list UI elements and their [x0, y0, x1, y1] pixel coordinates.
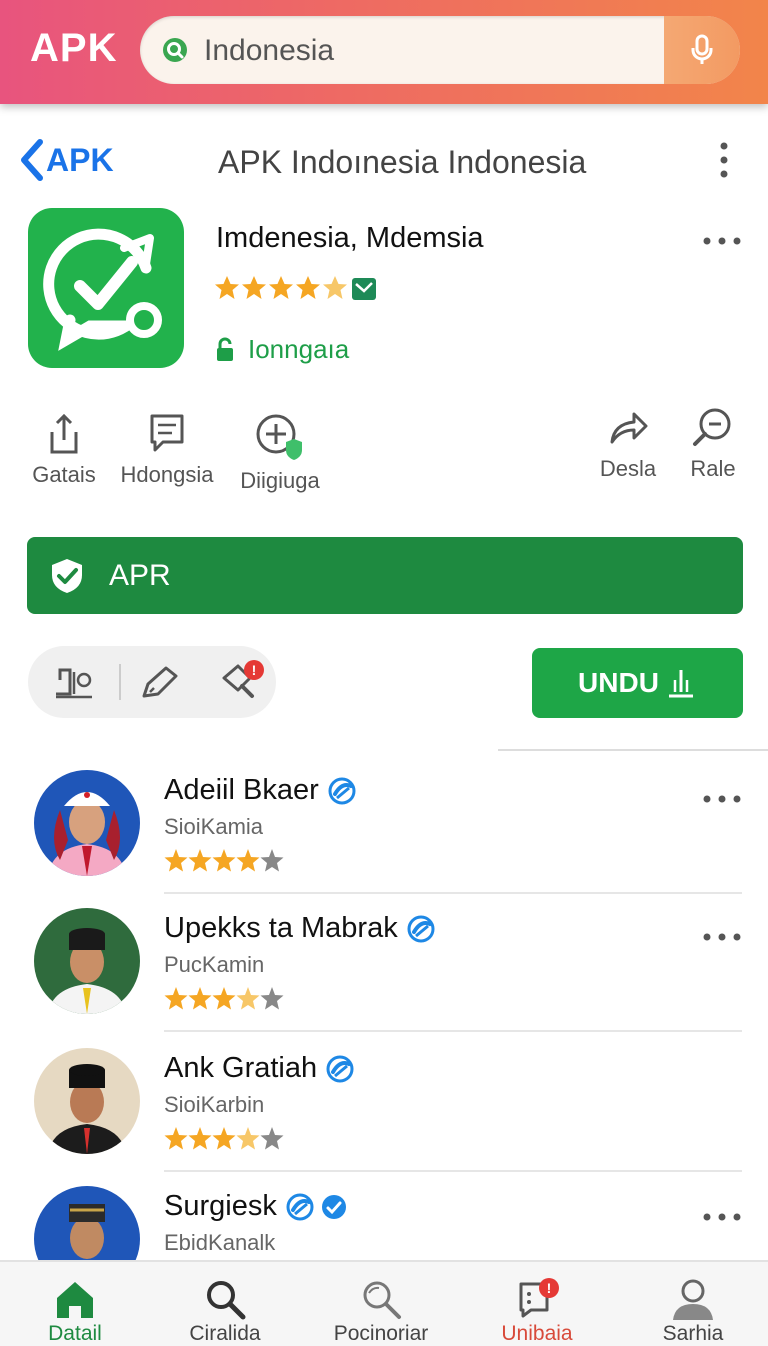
verified-badge-icon [286, 1193, 314, 1220]
nav-label: Ciralida [189, 1322, 261, 1345]
app-name: Imdenesia, Mdemsia [216, 222, 484, 254]
nav-item-datail[interactable]: Datail [0, 1262, 150, 1346]
tool-pill: ! [28, 646, 276, 718]
action-comment[interactable]: Hdongsia [116, 412, 218, 488]
search-icon [163, 38, 187, 62]
reviewer-name: Adeiil Bkaer [164, 774, 357, 807]
overflow-menu-icon[interactable] [712, 140, 736, 180]
report-badge: ! [252, 662, 257, 678]
app-rating [214, 274, 384, 304]
action-label: Desla [599, 456, 657, 481]
mic-button[interactable] [664, 16, 740, 84]
primary-apr-button[interactable]: APR [27, 537, 743, 614]
check-chat-logo-icon [43, 228, 162, 351]
nav-label: Datail [48, 1322, 102, 1345]
review-stars-icon [164, 849, 284, 872]
nav-badge: ! [547, 1280, 552, 1296]
app-more-icon[interactable] [702, 236, 742, 246]
verified-badge-icon [326, 1055, 354, 1082]
primary-button-label: APR [109, 558, 171, 592]
action-label: Rale [690, 456, 736, 481]
download-button[interactable]: UNDU [532, 648, 743, 718]
star-rating-icon [215, 276, 376, 300]
download-label: UNDU [578, 667, 659, 698]
review-row[interactable]: Adeiil Bkaer SioiKamia [0, 770, 768, 910]
section-divider [498, 749, 768, 751]
back-label: APK [46, 141, 114, 178]
page-title: APK Indoınesia Indonesia [218, 144, 587, 180]
action-add[interactable]: Diigiuga [234, 412, 326, 494]
top-bar: APK [0, 0, 768, 104]
report-icon[interactable]: ! [220, 658, 266, 704]
reviewer-name-text: Upekks ta Mabrak [164, 912, 398, 944]
comment-icon [150, 414, 184, 452]
blue-check-icon [321, 1194, 346, 1219]
reviewer-subtitle: EbidKanalk [164, 1230, 276, 1255]
brand-logo: APK [30, 26, 118, 70]
action-label: Diigiuga [240, 468, 320, 493]
stats-icon[interactable] [54, 664, 94, 700]
pill-divider [119, 664, 121, 700]
back-chevron-icon [21, 139, 43, 181]
review-row[interactable]: Ank Gratiah SioiKarbin [0, 1048, 768, 1188]
add-shield-icon [256, 414, 302, 460]
notification-icon: ! [519, 1278, 559, 1318]
tagline-text: Ionngaıa [248, 334, 350, 364]
review-more-icon[interactable] [702, 794, 742, 804]
reviewer-name: Ank Gratiah [164, 1052, 355, 1085]
page-header: APK APK Indoınesia Indonesia [0, 130, 768, 194]
reviewer-name: Upekks ta Mabrak [164, 912, 436, 945]
bottom-nav: Datail Ciralida Pocinoriar ! Unibaia Sar… [0, 1260, 768, 1346]
review-more-icon[interactable] [702, 1212, 742, 1222]
review-stars-icon [164, 1127, 284, 1150]
verified-badge-icon [328, 777, 356, 804]
avatar [34, 908, 140, 1014]
edit-icon[interactable] [140, 664, 180, 700]
search-icon [207, 1281, 246, 1320]
share-arrow-icon [610, 412, 648, 444]
reviewer-subtitle: SioiKamia [164, 814, 264, 839]
share-upload-icon [50, 413, 78, 454]
lock-icon [217, 337, 233, 361]
nav-item-sarhia[interactable]: Sarhia [618, 1262, 768, 1346]
reviewer-name-text: Ank Gratiah [164, 1052, 318, 1084]
home-icon [57, 1282, 93, 1318]
avatar [34, 770, 140, 876]
avatar [34, 1048, 140, 1154]
review-stars-icon [164, 987, 284, 1010]
profile-icon [673, 1279, 713, 1320]
reviewer-subtitle: SioiKarbin [164, 1092, 265, 1117]
reviewer-name-text: Surgiesk [164, 1190, 277, 1222]
app-icon [28, 208, 184, 368]
nav-item-unibaia[interactable]: ! Unibaia [462, 1262, 612, 1346]
nav-label: Sarhia [662, 1322, 724, 1345]
nav-item-pocinoriar[interactable]: Pocinoriar [306, 1262, 456, 1346]
nav-label: Pocinoriar [333, 1322, 429, 1345]
reviewer-subtitle: PucKamin [164, 952, 265, 977]
reviewer-name-text: Adeiil Bkaer [164, 774, 319, 806]
nav-item-ciralida[interactable]: Ciralida [150, 1262, 300, 1346]
row-divider [164, 892, 742, 894]
review-row[interactable]: Upekks ta Mabrak PucKamin [0, 908, 768, 1048]
row-divider [164, 1170, 742, 1172]
search-comment-icon [693, 408, 731, 446]
action-label: Hdongsia [120, 462, 214, 487]
action-share[interactable]: Gatais [22, 412, 106, 488]
mic-icon [691, 34, 713, 64]
nav-label: Unibaia [501, 1322, 573, 1345]
row-divider [164, 1030, 742, 1032]
action-label: Gatais [32, 462, 96, 487]
reviewer-name: Surgiesk [164, 1190, 347, 1223]
app-tagline: Ionngaıa [214, 334, 349, 365]
verified-badge-icon [407, 915, 435, 942]
back-button[interactable]: APK [18, 138, 114, 182]
search-outline-icon [363, 1281, 401, 1319]
action-rate[interactable]: Rale [680, 406, 746, 482]
download-icon [668, 670, 693, 698]
search-input[interactable] [202, 28, 726, 74]
shield-check-icon [52, 558, 82, 593]
search-box[interactable] [140, 16, 740, 84]
action-forward[interactable]: Desla [592, 406, 664, 482]
review-more-icon[interactable] [702, 932, 742, 942]
